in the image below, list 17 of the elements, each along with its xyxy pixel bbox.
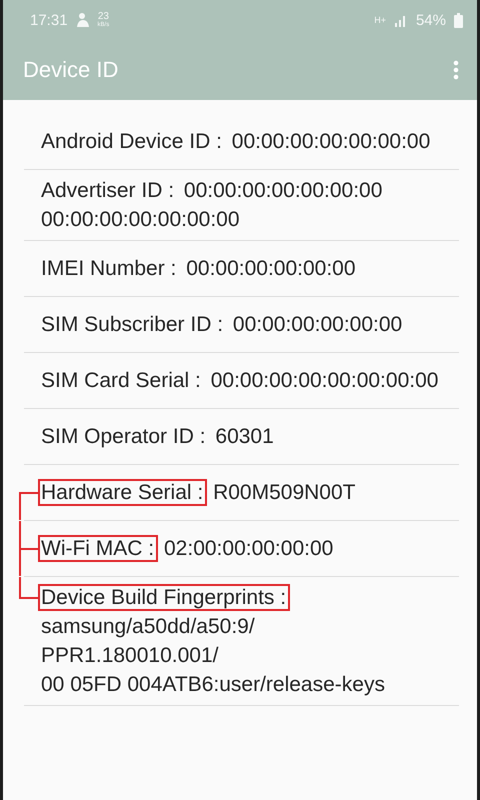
more-options-icon[interactable] <box>453 60 459 80</box>
battery-percent: 54% <box>416 12 446 28</box>
person-icon <box>76 12 90 28</box>
info-text: SIM Card Serial : 00:00:00:00:00:00:00:00 <box>41 368 440 394</box>
app-title: Device ID <box>23 57 120 83</box>
info-text: SIM Operator ID : 60301 <box>41 424 275 450</box>
signal-icon <box>394 13 408 27</box>
battery-icon <box>454 12 463 28</box>
info-text: Android Device ID : 00:00:00:00:00:00:00 <box>41 129 432 155</box>
info-text: Hardware Serial : R00M509N00T <box>41 478 451 507</box>
info-text: IMEI Number : 00:00:00:00:00:00 <box>41 256 357 282</box>
network-type: H+ <box>374 15 386 25</box>
info-text: SIM Subscriber ID : 00:00:00:00:00:00 <box>41 312 404 338</box>
status-time: 17:31 <box>30 12 68 28</box>
info-text: Device Build Fingerprints : samsung/a50dd/a50:9/ PPR1.180010.001/ 00 05FD 004ATB6:user/release-keys <box>41 583 451 699</box>
info-text: Advertiser ID : 00:00:00:00:00:00:00 00:00:00:00:00:00:00 <box>41 178 384 233</box>
info-text: Wi-Fi MAC : 02:00:00:00:00:00 <box>41 534 451 563</box>
